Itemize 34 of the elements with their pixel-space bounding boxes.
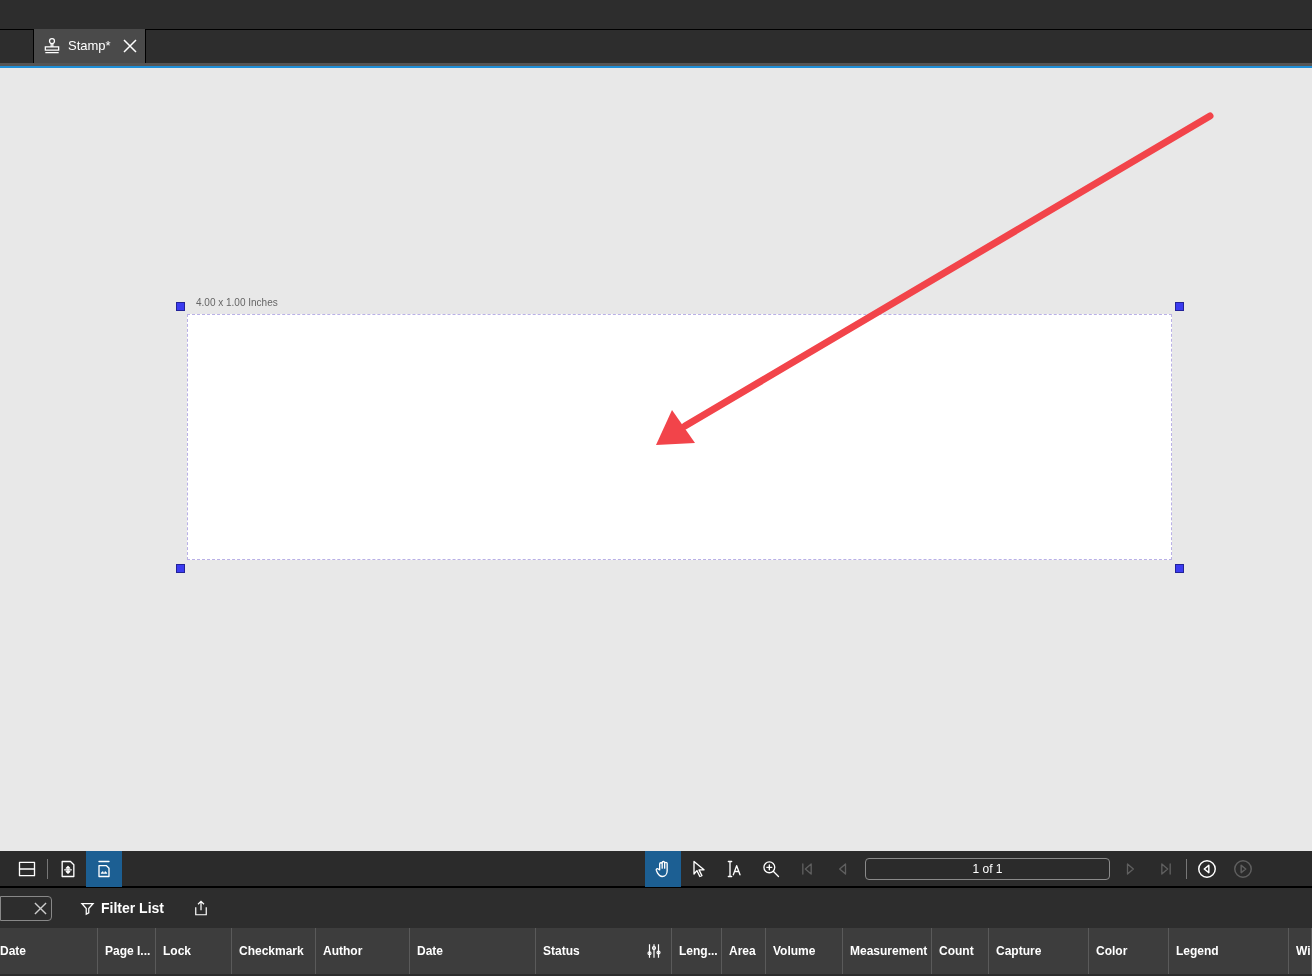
filter-icon (80, 900, 95, 916)
column-settings-icon[interactable] (645, 942, 663, 960)
page-number-field[interactable]: 1 of 1 (865, 857, 1110, 880)
column-header[interactable]: Volume (766, 928, 843, 974)
column-header[interactable]: Legend (1169, 928, 1289, 974)
crop-tool-button[interactable] (86, 850, 122, 887)
search-field[interactable] (0, 895, 52, 921)
column-header[interactable]: Page I... (98, 928, 156, 974)
column-header[interactable]: Area (722, 928, 766, 974)
hand-tool-button[interactable] (645, 850, 681, 887)
column-header[interactable]: Checkmark (232, 928, 316, 974)
column-header[interactable]: Lock (156, 928, 232, 974)
column-header[interactable]: Date (0, 928, 98, 974)
resize-handle[interactable] (1175, 302, 1184, 311)
resize-handle[interactable] (176, 302, 185, 311)
share-icon[interactable] (192, 899, 210, 917)
dimension-label: 4.00 x 1.00 Inches (196, 296, 278, 310)
stamp-icon (42, 36, 62, 56)
clear-icon[interactable] (34, 901, 47, 915)
column-header[interactable]: Capture (989, 928, 1089, 974)
tab-label: Stamp* (68, 37, 111, 56)
column-header[interactable]: Date (410, 928, 536, 974)
column-header[interactable]: Status (536, 928, 672, 974)
column-header[interactable]: Color (1089, 928, 1169, 974)
resize-handle[interactable] (176, 564, 185, 573)
column-header[interactable]: Measurement (843, 928, 932, 974)
resize-handle[interactable] (1175, 564, 1184, 573)
column-header[interactable]: Wi (1289, 928, 1312, 974)
column-header[interactable]: Leng... (672, 928, 722, 974)
column-header[interactable]: Count (932, 928, 989, 974)
document-tab[interactable]: Stamp* (33, 29, 146, 63)
filter-list-button[interactable]: Filter List (80, 897, 164, 919)
close-icon[interactable] (123, 39, 137, 53)
column-header[interactable]: Author (316, 928, 410, 974)
